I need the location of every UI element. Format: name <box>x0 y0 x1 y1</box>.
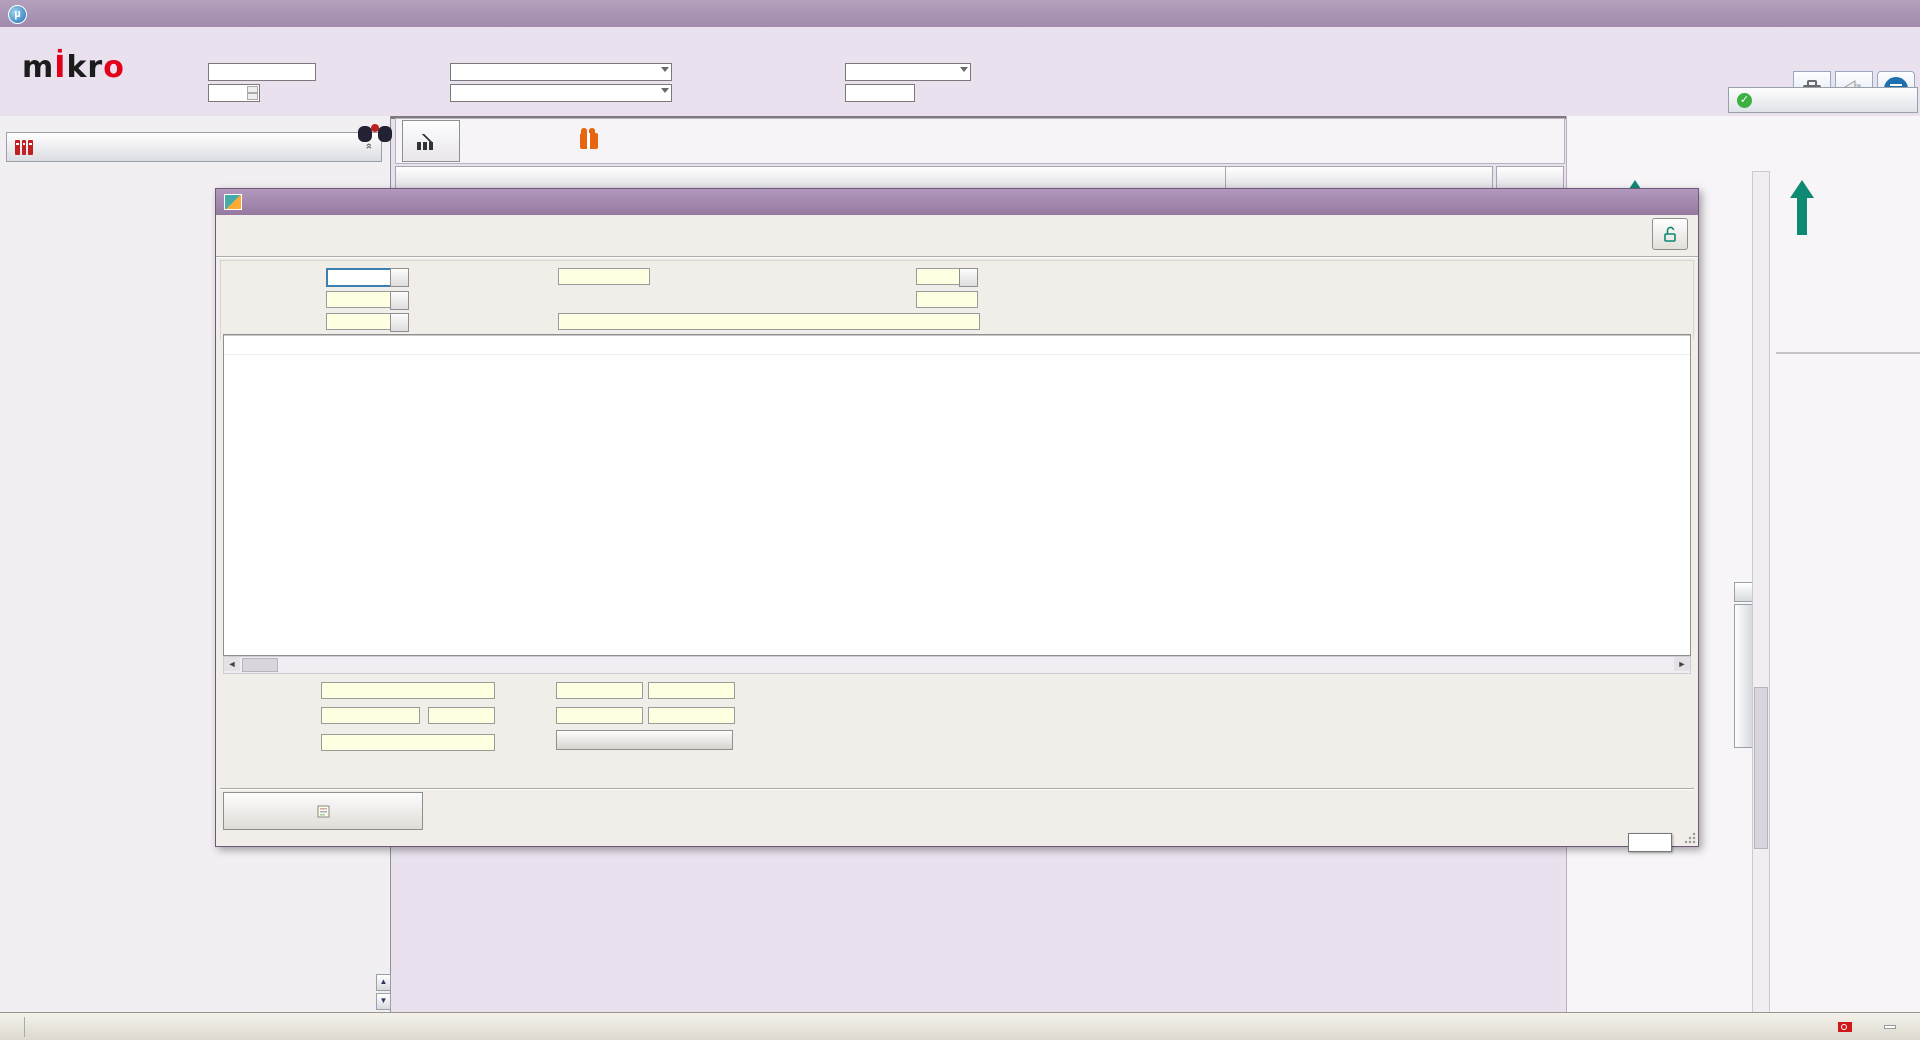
scrl-indicator <box>1904 1026 1914 1028</box>
dialog-toolbar <box>216 215 1698 258</box>
evrak-detayli-dialog: ◄ ► <box>215 188 1699 847</box>
application-window: µ mİkro <box>0 0 1920 1040</box>
tarih-lookup-button[interactable] <box>390 268 409 287</box>
mali-yil-input[interactable] <box>208 84 260 102</box>
dialog-button-row <box>220 788 1694 832</box>
firma-select[interactable] <box>450 63 672 81</box>
hesap-adi-input[interactable] <box>321 682 495 699</box>
chevron-down-icon <box>960 67 968 72</box>
update-badge[interactable]: ✓ <box>1728 87 1918 113</box>
edefter-button[interactable] <box>223 792 423 830</box>
eur-up-arrow-icon <box>1789 180 1811 226</box>
merkez-adi-input[interactable] <box>321 734 495 751</box>
check-icon: ✓ <box>1737 93 1752 108</box>
yevmiye-no-input[interactable] <box>326 313 392 330</box>
chevron-down-icon <box>661 88 669 93</box>
resize-grip[interactable] <box>1684 832 1696 844</box>
unlock-icon[interactable] <box>1652 218 1688 250</box>
scroll-left-icon[interactable]: ◄ <box>224 657 240 671</box>
spinner-icon <box>247 86 258 100</box>
dialog-titlebar[interactable] <box>216 189 1698 215</box>
tahakkuk-ayi-select[interactable] <box>845 63 971 81</box>
scroll-right-icon[interactable]: ► <box>1674 657 1690 671</box>
sonraki-collapsed-tab[interactable] <box>1734 604 1753 748</box>
app-icon: µ <box>8 5 27 24</box>
fis-tipi-input[interactable] <box>558 268 650 285</box>
mikro-logo: mİkro <box>22 55 152 81</box>
grup-kodu-input[interactable] <box>916 268 960 285</box>
sube-select[interactable] <box>450 84 672 102</box>
chevron-down-icon <box>661 67 669 72</box>
tooltip <box>1628 833 1672 852</box>
bakiye-input[interactable] <box>556 707 643 724</box>
flag-icon <box>1838 1022 1852 1032</box>
yevmiye-no-lookup-button[interactable] <box>390 313 409 332</box>
fis-sihirbazi-button[interactable] <box>556 730 733 750</box>
scroll-down-icon[interactable]: ▼ <box>376 993 391 1010</box>
sira-no-lookup-button[interactable] <box>390 291 409 310</box>
veri-tabani-input[interactable] <box>208 63 316 81</box>
panel-expand-button[interactable] <box>1734 582 1753 602</box>
links-bar <box>395 118 1565 164</box>
fis-aciklama-input[interactable] <box>558 313 980 330</box>
grid-horizontal-scrollbar[interactable]: ◄ ► <box>223 656 1691 674</box>
toplam-input[interactable] <box>556 682 643 699</box>
tarih-input[interactable] <box>326 268 396 287</box>
mukellefini-getir-link[interactable] <box>580 133 604 149</box>
binoculars-icon[interactable] <box>358 122 392 146</box>
tahakkuk-no-input[interactable] <box>845 84 915 102</box>
binders-icon <box>15 140 33 155</box>
num-indicator <box>1884 1025 1896 1029</box>
bakiye-input2[interactable] <box>648 707 735 724</box>
toplam-input2[interactable] <box>648 682 735 699</box>
gift-icon <box>580 133 598 149</box>
scrollbar-thumb[interactable] <box>1754 687 1768 849</box>
app-header: mİkro <box>0 27 1920 119</box>
guncel-durum-button[interactable] <box>402 120 460 162</box>
sidebar-section-genel-muhasebe[interactable]: » <box>6 132 382 162</box>
chart-icon <box>417 132 439 150</box>
scrollbar-thumb[interactable] <box>242 658 278 672</box>
sira-no-input[interactable] <box>326 291 392 308</box>
scroll-up-icon[interactable]: ▲ <box>376 974 391 991</box>
vertical-scrollbar[interactable] <box>1752 171 1770 1014</box>
dialog-form <box>220 260 1694 339</box>
durumu-input[interactable] <box>916 291 978 308</box>
hesap-bakiyesi-input2[interactable] <box>428 707 495 724</box>
window-titlebar: µ <box>0 0 1920 27</box>
sidebar-scroll-arrows: ▲ ▼ <box>376 974 391 1010</box>
caps-indicator <box>1866 1026 1876 1028</box>
entries-grid[interactable] <box>223 334 1691 656</box>
status-bar <box>0 1012 1920 1040</box>
hesap-bakiyesi-input[interactable] <box>321 707 420 724</box>
dialog-icon <box>224 194 242 210</box>
month-calendar[interactable] <box>1776 352 1920 354</box>
grup-kodu-lookup-button[interactable] <box>959 268 978 287</box>
